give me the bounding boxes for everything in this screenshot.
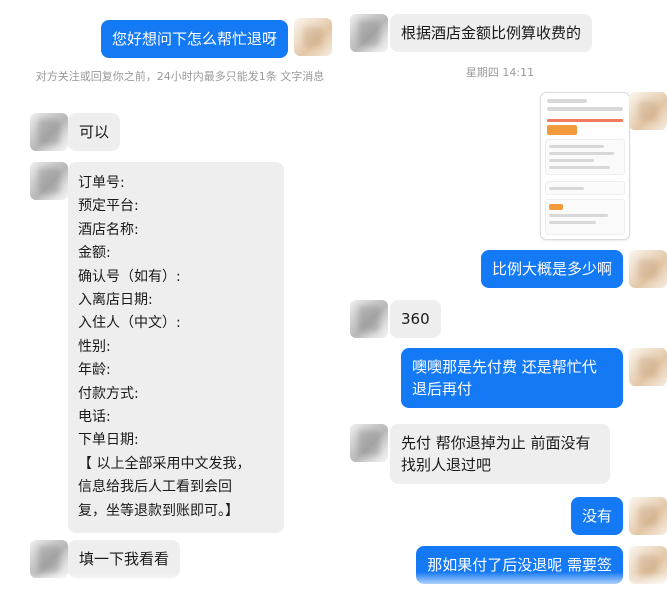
contact-avatar[interactable] [30, 162, 68, 200]
contact-avatar[interactable] [350, 300, 388, 338]
user-avatar[interactable] [294, 18, 332, 56]
outgoing-message[interactable]: 没有 [570, 497, 623, 535]
outgoing-message[interactable]: 比例大概是多少啊 [480, 250, 623, 288]
outgoing-message[interactable]: 噢噢那是先付费 还是帮忙代 退后再付 [401, 348, 623, 408]
left-chat-panel: 您好想问下怎么帮忙退呀 对方关注或回复你之前，24小时内最多只能发1条 文字消息… [0, 0, 332, 590]
outgoing-message[interactable]: 您好想问下怎么帮忙退呀 [100, 20, 288, 58]
incoming-message[interactable]: 可以 [68, 113, 121, 151]
contact-avatar[interactable] [350, 14, 388, 52]
contact-avatar[interactable] [30, 113, 68, 151]
user-avatar[interactable] [629, 92, 667, 130]
incoming-message[interactable]: 先付 帮你退掉为止 前面没有 找别人退过吧 [390, 424, 610, 484]
scroll-fade [340, 572, 667, 590]
scroll-fade [0, 572, 332, 590]
user-avatar[interactable] [629, 250, 667, 288]
system-notice: 对方关注或回复你之前，24小时内最多只能发1条 文字消息 [35, 70, 325, 83]
order-screenshot-image[interactable] [540, 92, 630, 240]
order-form-message[interactable]: 订单号: 预定平台: 酒店名称: 金额: 确认号（如有）: 入离店日期: 入住人… [68, 162, 284, 534]
contact-avatar[interactable] [350, 424, 388, 462]
right-chat-panel: 根据酒店金额比例算收费的 星期四 14:11 比例大概是多少啊 360 噢噢那是… [340, 0, 667, 590]
user-avatar[interactable] [629, 497, 667, 535]
incoming-message[interactable]: 根据酒店金额比例算收费的 [390, 14, 593, 52]
incoming-message[interactable]: 360 [390, 300, 441, 338]
user-avatar[interactable] [629, 348, 667, 386]
timestamp: 星期四 14:11 [465, 66, 535, 79]
